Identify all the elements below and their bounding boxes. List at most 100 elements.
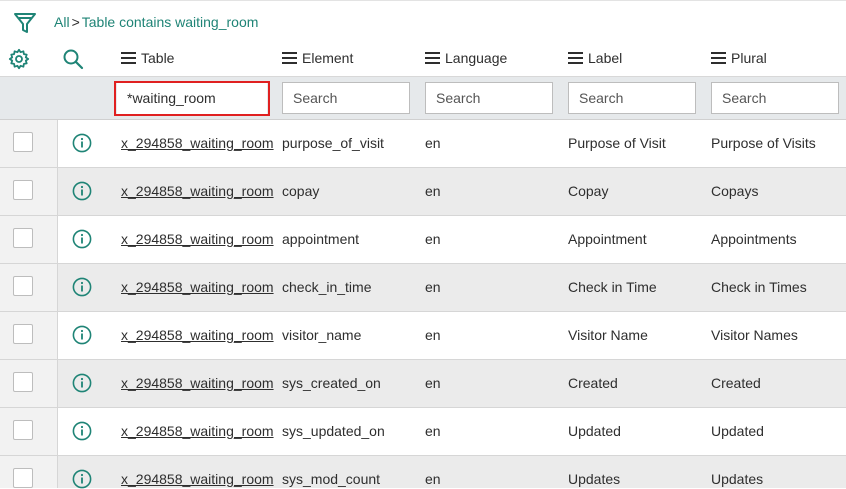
row-select-cell [0, 312, 58, 359]
label-search-input[interactable] [568, 82, 696, 114]
highlight-box [114, 81, 270, 116]
plural-cell: Updated [711, 423, 764, 439]
plural-cell: Created [711, 375, 761, 391]
label-cell: Appointment [568, 231, 647, 247]
breadcrumb-separator: > [71, 14, 80, 30]
column-header-label[interactable]: Label [568, 48, 622, 68]
plural-cell: Purpose of Visits [711, 135, 816, 151]
row-checkbox[interactable] [13, 132, 33, 152]
column-header-label: Table [141, 50, 175, 66]
row-select-cell [0, 168, 58, 215]
column-header-label: Plural [731, 50, 767, 66]
table-name-link[interactable]: x_294858_waiting_room [121, 135, 274, 151]
label-cell: Check in Time [568, 279, 657, 295]
element-cell: sys_updated_on [282, 423, 385, 439]
element-cell: copay [282, 183, 320, 199]
row-checkbox[interactable] [13, 276, 33, 296]
menu-icon[interactable] [121, 52, 136, 64]
plural-cell: Check in Times [711, 279, 807, 295]
info-icon[interactable] [72, 469, 92, 489]
element-cell: check_in_time [282, 279, 372, 295]
row-select-cell [0, 216, 58, 263]
row-checkbox[interactable] [13, 180, 33, 200]
table-name-link[interactable]: x_294858_waiting_room [121, 279, 274, 295]
table-name-link[interactable]: x_294858_waiting_room [121, 471, 274, 487]
row-select-cell [0, 408, 58, 455]
row-checkbox[interactable] [13, 468, 33, 488]
search-icon[interactable] [62, 48, 84, 70]
column-header-label: Element [302, 50, 354, 66]
column-header-language[interactable]: Language [425, 48, 507, 68]
plural-cell: Appointments [711, 231, 797, 247]
filter-bar: All > Table contains waiting_room [0, 1, 846, 39]
table-row: x_294858_waiting_room visitor_name en Vi… [0, 312, 846, 360]
menu-icon[interactable] [568, 52, 583, 64]
table-row: x_294858_waiting_room copay en Copay Cop… [0, 168, 846, 216]
table-name-link[interactable]: x_294858_waiting_room [121, 231, 274, 247]
label-cell: Visitor Name [568, 327, 648, 343]
element-cell: purpose_of_visit [282, 135, 384, 151]
info-icon[interactable] [72, 373, 92, 393]
funnel-icon[interactable] [12, 10, 38, 36]
language-search-input[interactable] [425, 82, 553, 114]
menu-icon[interactable] [282, 52, 297, 64]
table-row: x_294858_waiting_room appointment en App… [0, 216, 846, 264]
row-select-cell [0, 360, 58, 407]
table-row: x_294858_waiting_room sys_created_on en … [0, 360, 846, 408]
table-row: x_294858_waiting_room check_in_time en C… [0, 264, 846, 312]
info-icon[interactable] [72, 133, 92, 153]
language-cell: en [425, 279, 441, 295]
row-select-cell [0, 264, 58, 311]
language-cell: en [425, 183, 441, 199]
element-cell: appointment [282, 231, 360, 247]
label-cell: Updates [568, 471, 621, 487]
column-header-plural[interactable]: Plural [711, 48, 767, 68]
gear-icon[interactable] [8, 48, 30, 70]
column-header-label: Label [588, 50, 623, 66]
table-name-link[interactable]: x_294858_waiting_room [121, 183, 274, 199]
column-header-label: Language [445, 50, 508, 66]
language-cell: en [425, 471, 441, 487]
language-cell: en [425, 423, 441, 439]
info-icon[interactable] [72, 325, 92, 345]
plural-search-input[interactable] [711, 82, 839, 114]
column-header-element[interactable]: Element [282, 48, 353, 68]
element-cell: sys_mod_count [282, 471, 381, 487]
info-icon[interactable] [72, 229, 92, 249]
table-name-link[interactable]: x_294858_waiting_room [121, 423, 274, 439]
label-cell: Purpose of Visit [568, 135, 666, 151]
row-checkbox[interactable] [13, 324, 33, 344]
language-cell: en [425, 231, 441, 247]
row-checkbox[interactable] [13, 420, 33, 440]
plural-cell: Copays [711, 183, 759, 199]
breadcrumb-all-link[interactable]: All [54, 14, 70, 30]
language-cell: en [425, 375, 441, 391]
info-icon[interactable] [72, 421, 92, 441]
row-checkbox[interactable] [13, 372, 33, 392]
menu-icon[interactable] [425, 52, 440, 64]
info-icon[interactable] [72, 181, 92, 201]
element-cell: visitor_name [282, 327, 362, 343]
table-name-link[interactable]: x_294858_waiting_room [121, 327, 274, 343]
label-cell: Updated [568, 423, 621, 439]
label-cell: Created [568, 375, 618, 391]
row-select-cell [0, 456, 58, 488]
table-row: x_294858_waiting_room sys_mod_count en U… [0, 456, 846, 489]
element-search-input[interactable] [282, 82, 410, 114]
plural-cell: Updates [711, 471, 764, 487]
language-cell: en [425, 327, 441, 343]
plural-cell: Visitor Names [711, 327, 798, 343]
table-row: x_294858_waiting_room sys_updated_on en … [0, 408, 846, 456]
language-cell: en [425, 135, 441, 151]
element-cell: sys_created_on [282, 375, 381, 391]
breadcrumb: All > Table contains waiting_room [54, 14, 258, 30]
breadcrumb-condition-link[interactable]: Table contains waiting_room [82, 14, 259, 30]
info-icon[interactable] [72, 277, 92, 297]
menu-icon[interactable] [711, 52, 726, 64]
table-name-link[interactable]: x_294858_waiting_room [121, 375, 274, 391]
row-select-cell [0, 120, 58, 167]
label-cell: Copay [568, 183, 609, 199]
table-row: x_294858_waiting_room purpose_of_visit e… [0, 120, 846, 168]
column-header-table[interactable]: Table [121, 48, 174, 68]
row-checkbox[interactable] [13, 228, 33, 248]
